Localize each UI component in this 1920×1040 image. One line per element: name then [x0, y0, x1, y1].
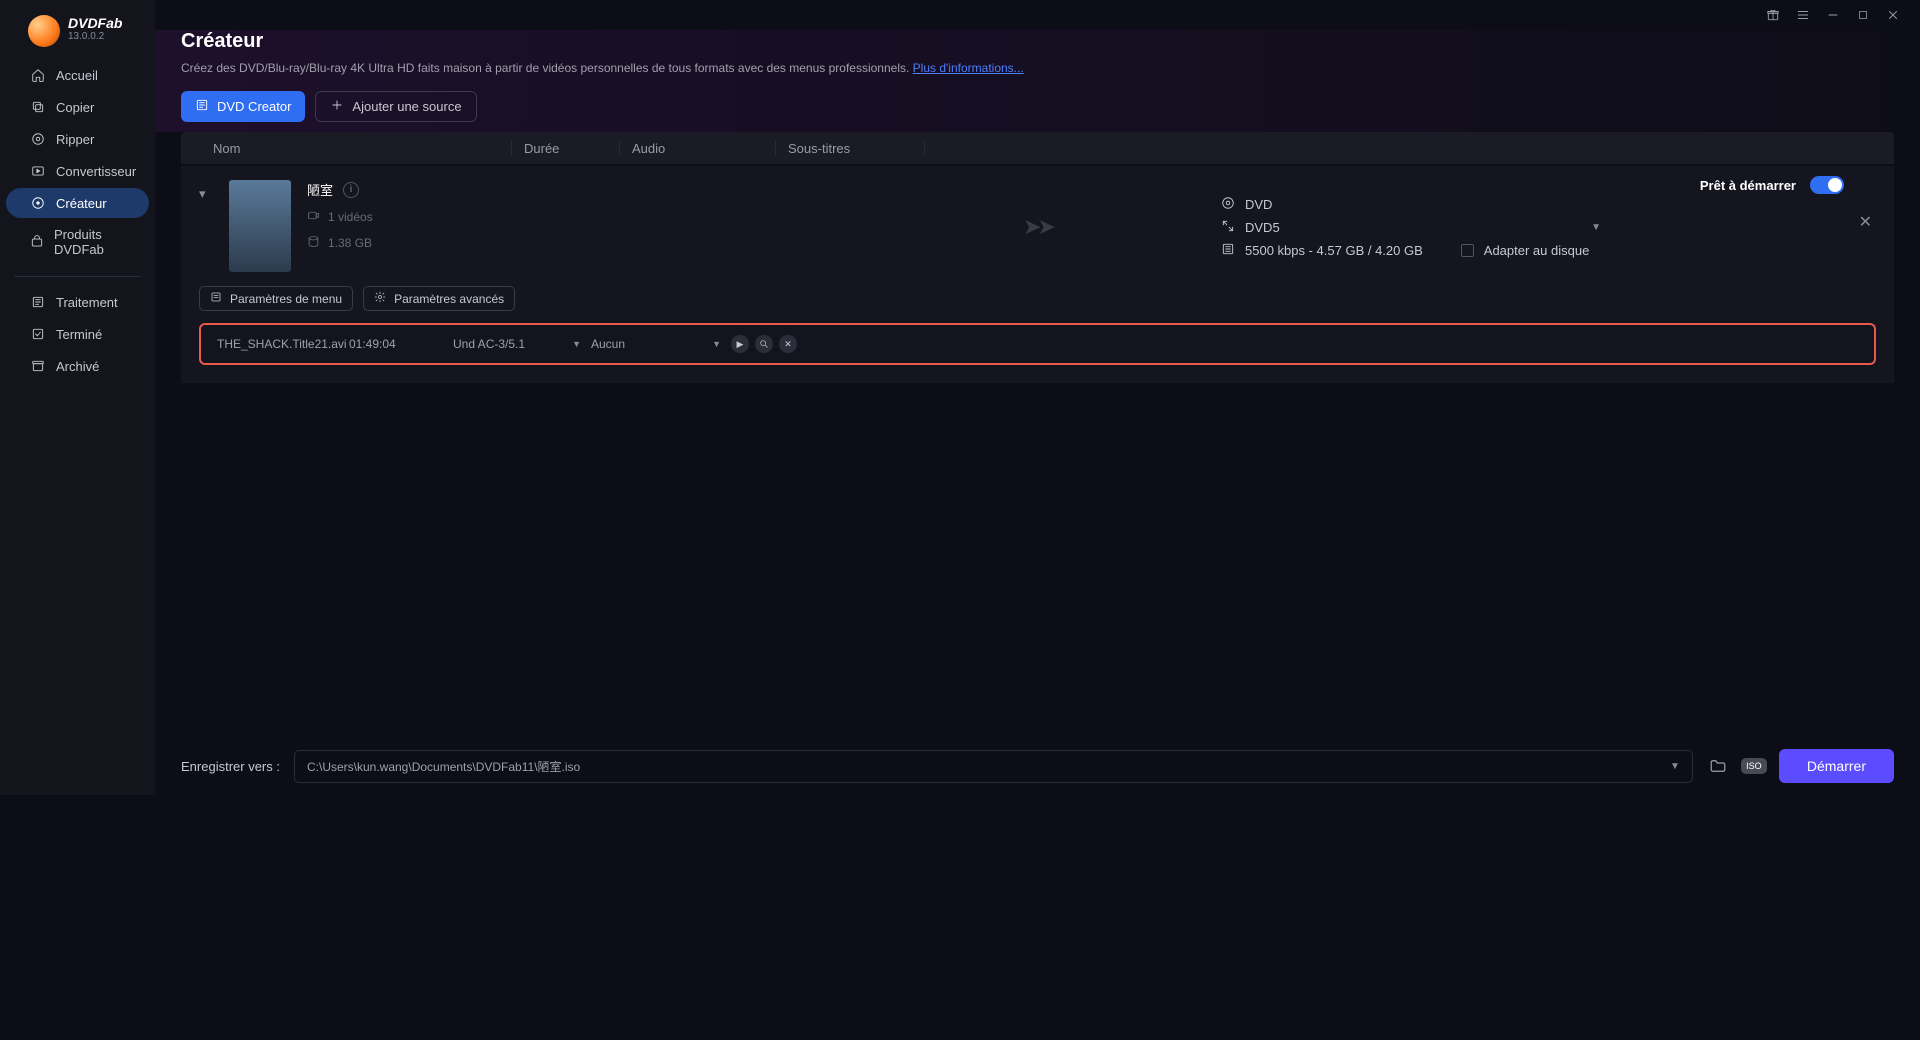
- sidebar-item-label: Terminé: [56, 327, 102, 342]
- task-card: Prêt à démarrer ✕ ▾ 陋室 i 1 vidéos: [181, 166, 1894, 383]
- title-audio-select[interactable]: Und AC-3/5.1 ▼: [453, 337, 591, 351]
- title-duration: 01:49:04: [349, 337, 453, 351]
- title-filename: THE_SHACK.Title21.avi: [217, 337, 349, 351]
- disc-type: DVD: [1245, 197, 1272, 212]
- converter-icon: [30, 163, 46, 179]
- sidebar-item-archive[interactable]: Archivé: [6, 351, 149, 381]
- sidebar-item-label: Convertisseur: [56, 164, 136, 179]
- products-icon: [30, 234, 44, 250]
- done-icon: [30, 326, 46, 342]
- chevron-down-icon[interactable]: ▾: [199, 180, 213, 202]
- menu-icon: [210, 291, 222, 306]
- start-button[interactable]: Démarrer: [1779, 749, 1894, 783]
- remove-task-icon[interactable]: ✕: [1859, 212, 1872, 232]
- add-source-button[interactable]: Ajouter une source: [315, 91, 476, 122]
- chevron-down-icon: ▼: [1591, 222, 1601, 233]
- ready-label: Prêt à démarrer: [1700, 178, 1796, 193]
- video-icon: [307, 209, 320, 225]
- iso-icon[interactable]: ISO: [1743, 755, 1765, 777]
- sidebar-item-label: Ripper: [56, 132, 94, 147]
- bitrate-value: 5500 kbps - 4.57 GB / 4.20 GB: [1245, 243, 1423, 258]
- search-icon[interactable]: [755, 335, 773, 353]
- brand-name: DVDFab: [68, 15, 122, 31]
- archive-icon: [30, 358, 46, 374]
- sidebar-item-label: Traitement: [56, 295, 118, 310]
- sidebar-item-label: Archivé: [56, 359, 99, 374]
- more-info-link[interactable]: Plus d'informations...: [913, 61, 1024, 75]
- disc-size: DVD5: [1245, 220, 1280, 235]
- sidebar-item-label: Copier: [56, 100, 94, 115]
- disc-icon: [195, 98, 209, 115]
- disc-icon: [1221, 196, 1235, 213]
- menu-icon[interactable]: [1796, 8, 1810, 22]
- bitrate-icon: [1221, 242, 1235, 259]
- ripper-icon: [30, 131, 46, 147]
- ready-toggle[interactable]: [1810, 176, 1844, 194]
- sidebar-divider: [14, 276, 141, 277]
- chevron-down-icon: ▼: [572, 339, 581, 349]
- sidebar-item-createur[interactable]: Créateur: [6, 188, 149, 218]
- arrow-right-icon: ➤➤: [1023, 214, 1052, 240]
- brand-version: 13.0.0.2: [68, 31, 122, 42]
- gift-icon[interactable]: [1766, 8, 1780, 22]
- task-title: 陋室: [307, 180, 333, 199]
- sidebar-item-traitement[interactable]: Traitement: [6, 287, 149, 317]
- remove-title-icon[interactable]: ✕: [779, 335, 797, 353]
- col-audio: Audio: [619, 141, 775, 156]
- chevron-down-icon: ▼: [1670, 761, 1680, 772]
- main-panel: Créateur Créez des DVD/Blu-ray/Blu-ray 4…: [155, 0, 1920, 795]
- output-path: C:\Users\kun.wang\Documents\DVDFab11\陋室.…: [307, 758, 580, 775]
- menu-settings-button[interactable]: Paramètres de menu: [199, 286, 353, 311]
- plus-icon: [330, 98, 344, 115]
- gear-icon: [374, 291, 386, 306]
- sidebar-item-label: Accueil: [56, 68, 98, 83]
- app-logo-icon: [28, 15, 60, 47]
- sidebar-item-label: Produits DVDFab: [54, 227, 139, 257]
- titlebar: [155, 0, 1920, 30]
- fit-to-disc-label: Adapter au disque: [1484, 243, 1590, 258]
- sidebar-item-label: Créateur: [56, 196, 107, 211]
- file-size: 1.38 GB: [328, 236, 372, 250]
- minimize-icon[interactable]: [1826, 8, 1840, 22]
- col-duration: Durée: [511, 141, 619, 156]
- output-path-select[interactable]: C:\Users\kun.wang\Documents\DVDFab11\陋室.…: [294, 750, 1693, 783]
- creator-icon: [30, 195, 46, 211]
- sidebar-item-convertisseur[interactable]: Convertisseur: [6, 156, 149, 186]
- close-icon[interactable]: [1886, 8, 1900, 22]
- save-to-label: Enregistrer vers :: [181, 759, 280, 774]
- video-count: 1 vidéos: [328, 210, 373, 224]
- page-title: Créateur: [181, 30, 1894, 53]
- folder-icon[interactable]: [1707, 755, 1729, 777]
- sidebar-item-termine[interactable]: Terminé: [6, 319, 149, 349]
- page-description: Créez des DVD/Blu-ray/Blu-ray 4K Ultra H…: [181, 61, 1894, 75]
- sidebar-item-ripper[interactable]: Ripper: [6, 124, 149, 154]
- storage-icon: [307, 235, 320, 251]
- col-name: Nom: [181, 141, 511, 156]
- copy-icon: [30, 99, 46, 115]
- play-preview-icon[interactable]: ▶: [731, 335, 749, 353]
- title-detail-row: THE_SHACK.Title21.avi 01:49:04 Und AC-3/…: [199, 323, 1876, 365]
- dvd-creator-button[interactable]: DVD Creator: [181, 91, 305, 122]
- fit-to-disc-checkbox[interactable]: [1461, 244, 1474, 257]
- app-logo-block: DVDFab 13.0.0.2: [0, 10, 155, 60]
- chevron-down-icon: ▼: [712, 339, 721, 349]
- page-header: Créateur Créez des DVD/Blu-ray/Blu-ray 4…: [155, 30, 1920, 132]
- col-subtitle: Sous-titres: [775, 141, 925, 156]
- sidebar-item-accueil[interactable]: Accueil: [6, 60, 149, 90]
- table-header: Nom Durée Audio Sous-titres: [181, 132, 1894, 164]
- sidebar-item-copier[interactable]: Copier: [6, 92, 149, 122]
- sidebar: DVDFab 13.0.0.2 Accueil Copier Ripper Co…: [0, 0, 155, 795]
- info-icon[interactable]: i: [343, 182, 359, 198]
- footer: Enregistrer vers : C:\Users\kun.wang\Doc…: [155, 737, 1920, 795]
- resize-icon: [1221, 219, 1235, 236]
- disc-size-select[interactable]: DVD5 ▼: [1221, 219, 1601, 236]
- home-icon: [30, 67, 46, 83]
- maximize-icon[interactable]: [1856, 8, 1870, 22]
- process-icon: [30, 294, 46, 310]
- output-settings: DVD DVD5 ▼ 5500 kbps - 4.57 GB / 4.20 GB…: [1221, 196, 1601, 265]
- title-subtitle-select[interactable]: Aucun ▼: [591, 337, 731, 351]
- advanced-settings-button[interactable]: Paramètres avancés: [363, 286, 515, 311]
- movie-poster: [229, 180, 291, 272]
- sidebar-item-produits[interactable]: Produits DVDFab: [6, 220, 149, 264]
